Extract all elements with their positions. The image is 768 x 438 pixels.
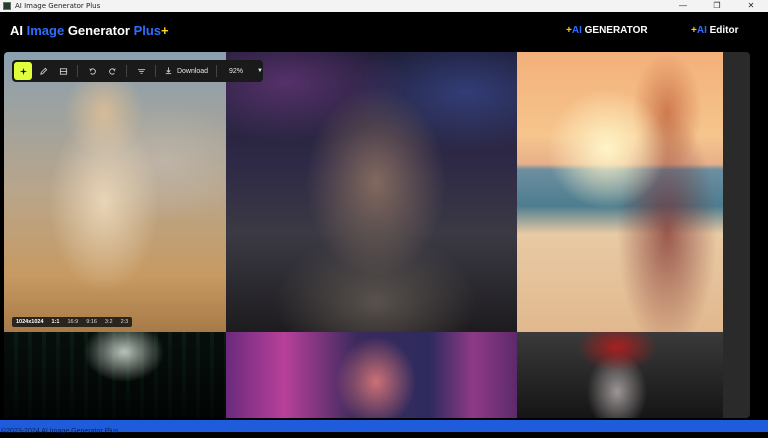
nav-ai-text: AI: [571, 25, 582, 36]
window-title: AI Image Generator Plus: [15, 2, 101, 10]
ratio-option-2-3[interactable]: 2:3: [117, 317, 133, 327]
toolbar-divider: [155, 65, 156, 77]
app-icon: [3, 2, 11, 10]
crop-icon[interactable]: [54, 62, 72, 80]
brand-text-generator: Generator: [64, 23, 134, 38]
download-button[interactable]: Download: [160, 62, 212, 80]
chevron-down-icon[interactable]: ▼: [257, 68, 263, 74]
brand-text-plus: Plus: [133, 23, 162, 38]
toolbar-divider: [216, 65, 217, 77]
minimize-button[interactable]: —: [666, 0, 700, 12]
zoom-level[interactable]: 92%: [229, 68, 243, 75]
gallery-image-anime-beach[interactable]: [517, 52, 723, 332]
nav-ai-editor[interactable]: +AI Editor: [691, 25, 739, 36]
brand-text-ai: AI: [10, 23, 27, 38]
app-header: AI Image Generator Plus+ +AI GENERATOR +…: [0, 12, 768, 52]
brand-text-image: Image: [26, 23, 65, 38]
gallery-image-dark-horns[interactable]: [517, 332, 723, 418]
brand-logo[interactable]: AI Image Generator Plus+: [10, 23, 169, 38]
download-label: Download: [176, 67, 209, 75]
footer: ©2023-2024 AI Image Generator Plus: [0, 420, 768, 435]
magic-icon[interactable]: [14, 62, 33, 80]
nav-ai-generator[interactable]: +AI GENERATOR: [566, 25, 648, 36]
nav-ai-text: AI: [696, 25, 707, 36]
image-size-label: 1024x1024: [16, 319, 44, 325]
ratio-option-9-16[interactable]: 9:16: [82, 317, 101, 327]
window-title-bar: AI Image Generator Plus — ❐ ✕: [0, 0, 768, 12]
maximize-button[interactable]: ❐: [700, 0, 734, 12]
gallery-image-starry-portrait[interactable]: [226, 52, 517, 332]
image-gallery: [4, 52, 750, 418]
toolbar-divider: [125, 65, 127, 77]
ratio-option-16-9[interactable]: 16:9: [63, 317, 82, 327]
toolbar-divider: [76, 65, 78, 77]
gallery-image-goddess[interactable]: [4, 52, 226, 332]
filter-icon[interactable]: [133, 62, 151, 80]
close-button[interactable]: ✕: [734, 0, 768, 12]
redo-icon[interactable]: [104, 62, 122, 80]
editor-toolbar: Download 92% ▼: [12, 60, 263, 82]
sparkle-icon: +: [161, 23, 169, 38]
ratio-option-1-1[interactable]: 1:1: [48, 317, 64, 327]
ratio-option-3-2[interactable]: 3:2: [101, 317, 117, 327]
aspect-ratio-bar: 1024x1024 1:1 16:9 9:16 3:2 2:3: [12, 317, 133, 327]
pencil-icon[interactable]: [34, 62, 52, 80]
undo-icon[interactable]: [84, 62, 102, 80]
gallery-image-neon-vr[interactable]: [226, 332, 517, 418]
nav-label: GENERATOR: [581, 25, 648, 36]
nav-label: Editor: [706, 25, 739, 36]
gallery-image-forest-wolf[interactable]: [4, 332, 226, 418]
download-icon: [164, 66, 173, 77]
